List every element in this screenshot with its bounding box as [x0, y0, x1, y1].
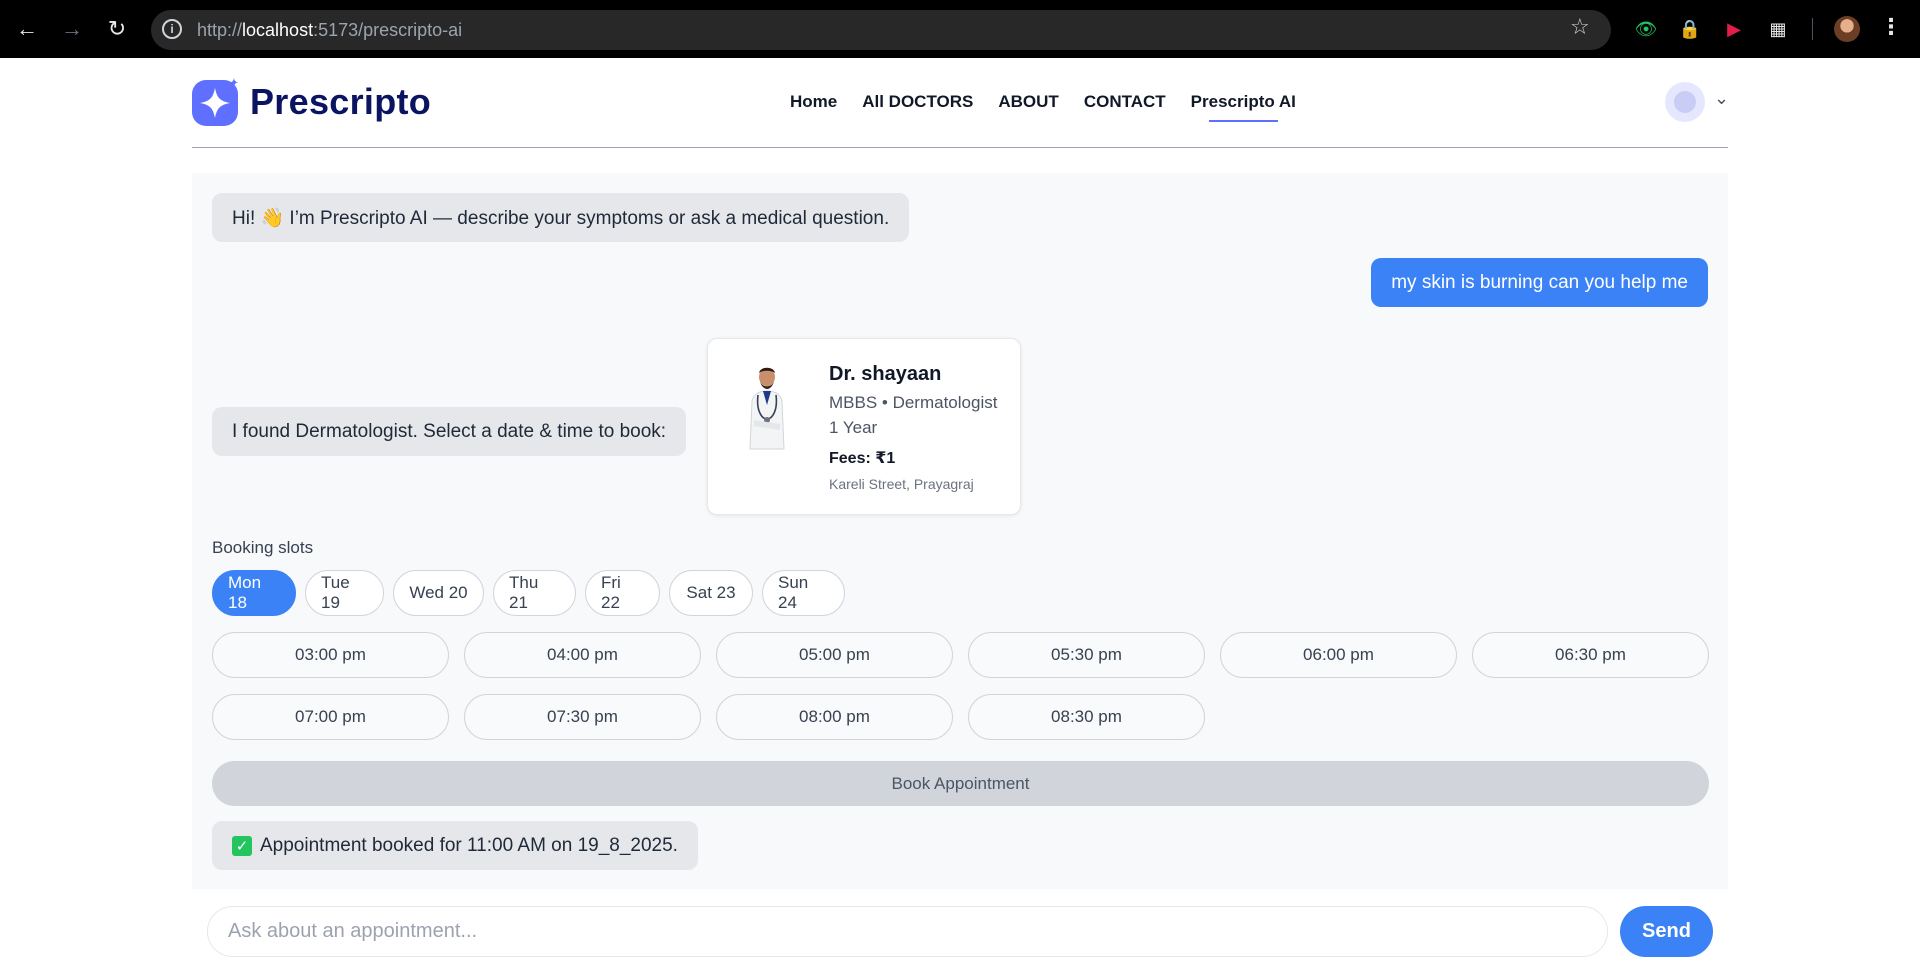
day-chip-mon-18[interactable]: Mon 18 [212, 570, 296, 616]
user-message-bubble: my skin is burning can you help me [1371, 258, 1708, 307]
nav-home[interactable]: Home [790, 92, 837, 118]
bot-found-bubble: I found Dermatologist. Select a date & t… [212, 407, 687, 456]
time-slot-0630pm[interactable]: 06:30 pm [1472, 632, 1709, 678]
reload-icon[interactable]: ↻ [101, 13, 133, 45]
url-path: :5173/prescripto-ai [313, 19, 463, 40]
send-button[interactable]: Send [1620, 906, 1713, 957]
day-chip-fri-22[interactable]: Fri 22 [585, 570, 660, 616]
day-chip-wed-20[interactable]: Wed 20 [393, 570, 484, 616]
time-slot-0700pm[interactable]: 07:00 pm [212, 694, 449, 740]
forward-icon[interactable]: → [56, 13, 88, 45]
main-nav: Home All DOCTORS ABOUT CONTACT Prescript… [790, 92, 1321, 122]
day-chip-thu-21[interactable]: Thu 21 [493, 570, 576, 616]
confirmation-text: Appointment booked for 11:00 AM on 19_8_… [260, 834, 678, 856]
doctor-card[interactable]: Dr. shayaan MBBS • Dermatologist 1 Year … [707, 338, 1021, 515]
nav-prescripto-ai[interactable]: Prescripto AI [1191, 92, 1296, 122]
doctor-photo [732, 361, 802, 451]
day-chip-tue-19[interactable]: Tue 19 [305, 570, 384, 616]
day-chip-sat-23[interactable]: Sat 23 [669, 570, 753, 616]
bookmark-star-icon[interactable]: ☆ [1570, 14, 1590, 40]
time-slot-0730pm[interactable]: 07:30 pm [464, 694, 701, 740]
user-avatar[interactable] [1665, 82, 1705, 122]
toolbar-divider [1812, 18, 1813, 40]
site-navbar: Prescripto Home All DOCTORS ABOUT CONTAC… [192, 58, 1729, 148]
time-slot-0500pm[interactable]: 05:00 pm [716, 632, 953, 678]
time-slot-0300pm[interactable]: 03:00 pm [212, 632, 449, 678]
bot-greeting-bubble: Hi! 👋 I’m Prescripto AI — describe your … [212, 193, 910, 242]
extension-play-icon[interactable]: ▶ [1721, 16, 1747, 42]
day-chip-sun-24[interactable]: Sun 24 [762, 570, 845, 616]
browser-profile-avatar[interactable] [1834, 16, 1860, 42]
extension-lock-icon[interactable]: 🔒 [1677, 16, 1703, 42]
browser-menu-icon[interactable]: ⋮ [1880, 14, 1902, 40]
back-icon[interactable]: ← [11, 13, 43, 45]
time-slot-0800pm[interactable]: 08:00 pm [716, 694, 953, 740]
logo-mark-icon [192, 78, 240, 126]
nav-about[interactable]: ABOUT [998, 92, 1058, 118]
check-mark-icon: ✓ [232, 835, 252, 856]
site-info-icon[interactable]: i [162, 19, 182, 39]
doctor-specialty: MBBS • Dermatologist [829, 393, 998, 412]
nav-contact[interactable]: CONTACT [1084, 92, 1166, 118]
confirmation-bubble: ✓ Appointment booked for 11:00 AM on 19_… [212, 821, 698, 870]
chat-input[interactable] [207, 906, 1608, 957]
chevron-down-icon[interactable]: ⌄ [1714, 88, 1729, 109]
nav-all-doctors[interactable]: All DOCTORS [862, 92, 973, 118]
extension-eye-icon[interactable]: 👁 [1633, 16, 1659, 42]
day-selector: Mon 18 Tue 19 Wed 20 Thu 21 Fri 22 Sat 2… [212, 570, 845, 616]
browser-toolbar: ← → ↻ http://localhost:5173/prescripto-a… [0, 0, 1920, 58]
doctor-address: Kareli Street, Prayagraj [829, 476, 974, 492]
time-slot-grid: 03:00 pm 04:00 pm 05:00 pm 05:30 pm 06:0… [212, 632, 1709, 740]
time-slot-0530pm[interactable]: 05:30 pm [968, 632, 1205, 678]
doctor-experience: 1 Year [829, 418, 878, 437]
url-host: localhost [242, 19, 314, 40]
brand-logo[interactable]: Prescripto [192, 78, 431, 126]
extensions-puzzle-icon[interactable]: ▦ [1765, 16, 1791, 42]
brand-name: Prescripto [250, 81, 432, 122]
time-slot-0830pm[interactable]: 08:30 pm [968, 694, 1205, 740]
chat-panel: Hi! 👋 I’m Prescripto AI — describe your … [192, 173, 1728, 889]
time-slot-0400pm[interactable]: 04:00 pm [464, 632, 701, 678]
time-slot-0600pm[interactable]: 06:00 pm [1220, 632, 1457, 678]
url-scheme: http:// [197, 19, 243, 40]
address-bar[interactable]: http://localhost:5173/prescripto-ai [151, 10, 1611, 50]
doctor-fees: Fees: ₹1 [829, 450, 896, 467]
doctor-name: Dr. shayaan [829, 363, 942, 385]
book-appointment-button[interactable]: Book Appointment [212, 761, 1709, 806]
booking-slots-label: Booking slots [212, 538, 314, 557]
